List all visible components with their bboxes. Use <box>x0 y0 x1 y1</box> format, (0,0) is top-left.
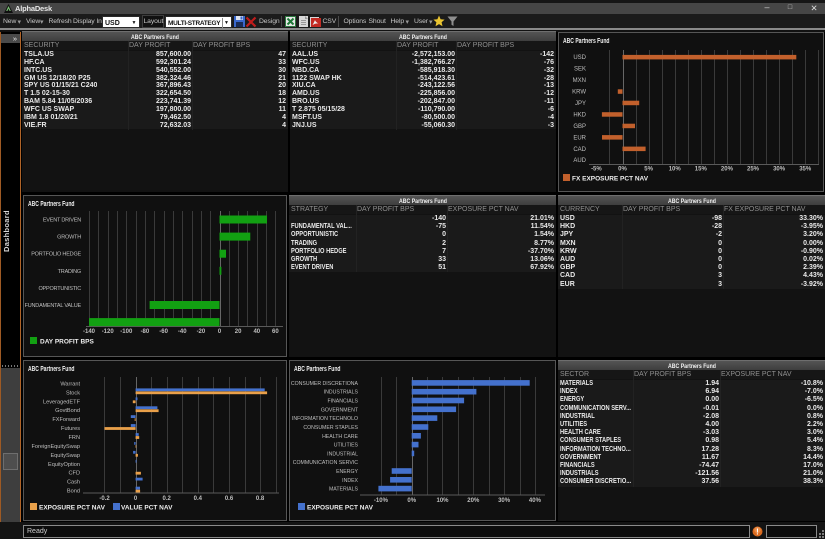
svg-text:LeveragedETF: LeveragedETF <box>43 399 81 405</box>
svg-text:FRN: FRN <box>69 435 81 441</box>
svg-text:EXPOSURE PCT NAV: EXPOSURE PCT NAV <box>39 505 106 512</box>
svg-text:0.2: 0.2 <box>163 496 172 502</box>
svg-text:ENERGY: ENERGY <box>336 469 358 475</box>
svg-text:10%: 10% <box>436 498 449 504</box>
svg-text:15%: 15% <box>695 167 708 173</box>
svg-text:FINANCIALS: FINANCIALS <box>327 399 358 405</box>
svg-text:PORTFOLIO HEDGE: PORTFOLIO HEDGE <box>31 252 81 258</box>
svg-text:Cash: Cash <box>67 480 80 486</box>
svg-text:MXN: MXN <box>573 78 586 84</box>
svg-text:-20: -20 <box>197 329 206 335</box>
svg-text:COMMUNICATION SERVIC: COMMUNICATION SERVIC <box>293 460 358 466</box>
svg-text:INFORMATION TECHNOLO: INFORMATION TECHNOLO <box>292 416 358 422</box>
svg-text:FX EXPOSURE PCT NAV: FX EXPOSURE PCT NAV <box>572 176 649 183</box>
svg-text:-140: -140 <box>83 329 96 335</box>
svg-text:0: 0 <box>218 329 222 335</box>
svg-text:25%: 25% <box>747 167 760 173</box>
svg-text:CONSUMER DISCRETIONA: CONSUMER DISCRETIONA <box>291 381 359 387</box>
svg-text:-5%: -5% <box>591 167 602 173</box>
svg-text:GOVERNMENT: GOVERNMENT <box>321 407 359 413</box>
svg-text:CONSUMER STAPLES: CONSUMER STAPLES <box>303 425 358 431</box>
svg-text:EquitySwap: EquitySwap <box>50 453 80 459</box>
svg-text:-10%: -10% <box>374 498 389 504</box>
svg-text:!: ! <box>756 527 759 536</box>
svg-text:EVENT DRIVEN: EVENT DRIVEN <box>43 218 81 224</box>
svg-text:GovtBond: GovtBond <box>55 408 80 414</box>
svg-text:5%: 5% <box>644 167 653 173</box>
svg-text:-0.2: -0.2 <box>99 496 110 502</box>
svg-text:INDEX: INDEX <box>342 478 358 484</box>
svg-text:0%: 0% <box>618 167 627 173</box>
svg-text:-100: -100 <box>120 329 133 335</box>
svg-text:JPY: JPY <box>575 101 586 107</box>
svg-text:HKD: HKD <box>573 112 586 118</box>
svg-text:ForeignEquitySwap: ForeignEquitySwap <box>31 444 80 450</box>
svg-text:Warrant: Warrant <box>60 381 80 387</box>
svg-text:20: 20 <box>235 329 242 335</box>
svg-text:OPPORTUNISTIC: OPPORTUNISTIC <box>38 286 81 292</box>
svg-text:INDUSTRIALS: INDUSTRIALS <box>324 390 359 396</box>
svg-text:GBP: GBP <box>573 124 586 130</box>
svg-text:60: 60 <box>272 329 279 335</box>
svg-text:10%: 10% <box>669 167 682 173</box>
svg-text:Futures: Futures <box>61 426 80 432</box>
svg-text:SEK: SEK <box>574 67 586 73</box>
svg-text:40%: 40% <box>529 498 542 504</box>
svg-text:INDUSTRIAL: INDUSTRIAL <box>327 451 358 457</box>
svg-text:TRADING: TRADING <box>58 269 81 275</box>
svg-text:CAD: CAD <box>573 147 586 153</box>
svg-text:CFD: CFD <box>69 471 81 477</box>
svg-text:-120: -120 <box>102 329 115 335</box>
svg-text:MATERIALS: MATERIALS <box>329 487 359 493</box>
svg-text:20%: 20% <box>721 167 734 173</box>
svg-text:FUNDAMENTAL VALUE: FUNDAMENTAL VALUE <box>25 303 82 309</box>
svg-text:-80: -80 <box>141 329 150 335</box>
svg-text:30%: 30% <box>498 498 511 504</box>
svg-text:EXPOSURE PCT NAV: EXPOSURE PCT NAV <box>307 505 374 512</box>
svg-text:Bond: Bond <box>67 489 80 495</box>
svg-text:GROWTH: GROWTH <box>57 235 81 241</box>
svg-text:AUD: AUD <box>573 158 586 164</box>
svg-text:0.4: 0.4 <box>194 496 203 502</box>
svg-text:35%: 35% <box>799 167 812 173</box>
svg-text:40: 40 <box>253 329 260 335</box>
svg-text:0.6: 0.6 <box>225 496 234 502</box>
svg-text:-40: -40 <box>178 329 187 335</box>
svg-text:EquityOption: EquityOption <box>48 462 80 468</box>
svg-text:UTILITIES: UTILITIES <box>334 443 359 449</box>
svg-text:20%: 20% <box>467 498 480 504</box>
svg-text:0%: 0% <box>407 498 416 504</box>
svg-text:30%: 30% <box>773 167 786 173</box>
svg-text:FXForward: FXForward <box>52 417 80 423</box>
svg-text:0: 0 <box>134 496 138 502</box>
svg-text:EUR: EUR <box>573 135 586 141</box>
svg-text:VALUE PCT NAV: VALUE PCT NAV <box>121 505 173 512</box>
svg-text:USD: USD <box>573 55 586 61</box>
svg-text:0.8: 0.8 <box>256 496 265 502</box>
svg-text:DAY PROFIT BPS: DAY PROFIT BPS <box>40 339 94 346</box>
svg-text:KRW: KRW <box>572 90 586 96</box>
svg-text:Stock: Stock <box>66 390 80 396</box>
svg-text:HEALTH CARE: HEALTH CARE <box>322 434 358 440</box>
svg-text:-60: -60 <box>159 329 168 335</box>
